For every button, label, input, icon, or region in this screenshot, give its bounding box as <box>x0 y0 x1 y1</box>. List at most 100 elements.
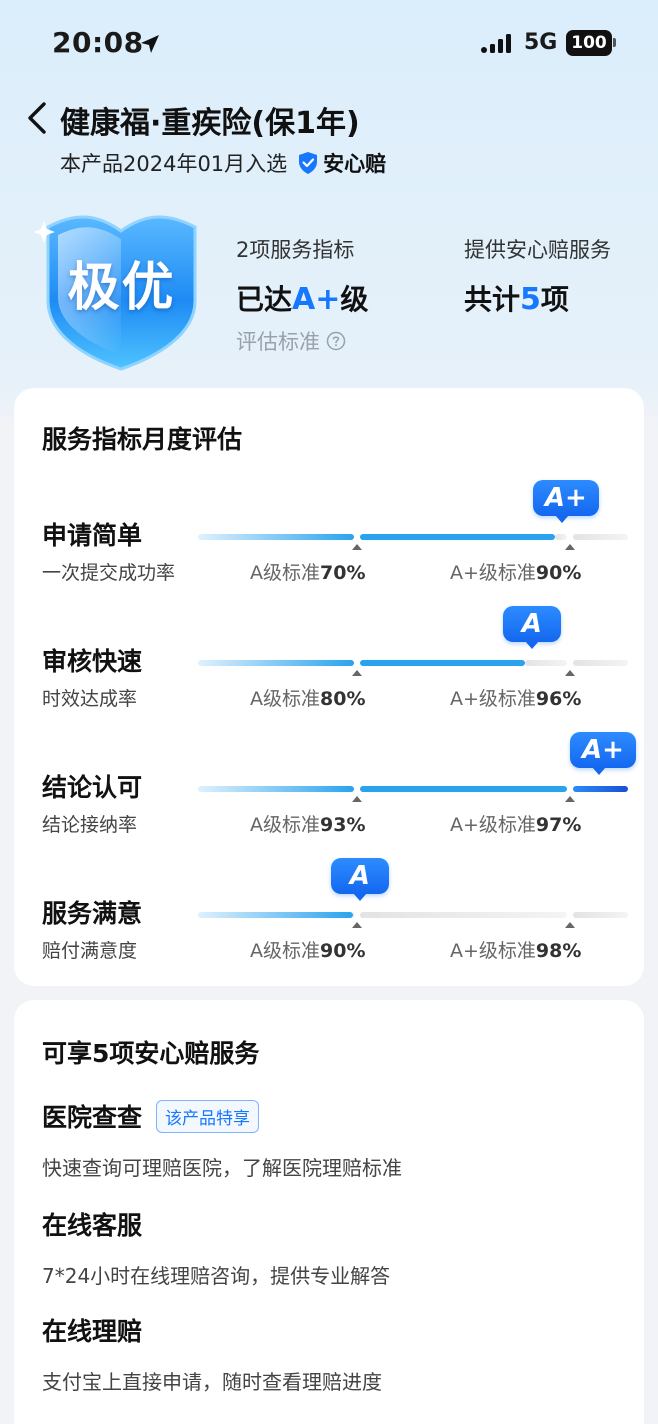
rating-badge-text: 极优 <box>67 258 176 318</box>
network-label: 5G <box>524 30 558 55</box>
ap-standard-text: A+级标准96% <box>450 684 581 711</box>
metric-services-count: 提供安心赔服务 共计5项 <box>464 234 611 318</box>
service-desc: 快速查询可理赔医院，了解医院理赔标准 <box>42 1156 402 1180</box>
progress-track <box>524 660 567 666</box>
progress-track <box>572 660 628 666</box>
indicator-name: 申请简单 <box>42 521 143 550</box>
indicator-desc: 赔付满意度 <box>42 940 138 962</box>
a-standard-marker <box>352 670 363 676</box>
a-standard-text: A级标准93% <box>250 810 365 837</box>
evaluation-row: 审核快速 时效达成率 A A级标准80% A+级标准96% <box>14 606 644 716</box>
a-standard-label: A级标准 <box>250 814 320 836</box>
a-standard-marker <box>352 544 363 550</box>
brand-name: 安心赔 <box>323 152 387 176</box>
metric-a-prefix: 已达 <box>236 283 293 316</box>
progress-fill <box>360 786 567 792</box>
ap-standard-value: 98% <box>535 940 582 962</box>
a-standard-text: A级标准80% <box>250 684 365 711</box>
progress-track <box>360 912 567 918</box>
metric-b-label: 提供安心赔服务 <box>464 238 611 262</box>
a-standard-value: 90% <box>320 940 366 962</box>
a-standard-label: A级标准 <box>250 562 320 584</box>
metric-a-label: 2项服务指标 <box>236 238 355 262</box>
monthly-evaluation-card: 服务指标月度评估 申请简单 一次提交成功率 A+ A级标准70% A+级标准90… <box>14 388 644 986</box>
indicator-progress-bar <box>198 660 628 676</box>
service-name-text: 在线理赔 <box>42 1317 143 1346</box>
indicator-name: 服务满意 <box>42 899 143 928</box>
ap-standard-text: A+级标准98% <box>450 936 581 963</box>
progress-fill <box>198 534 355 540</box>
metric-a-highlight: A+ <box>292 282 341 317</box>
a-standard-marker <box>352 922 363 928</box>
evaluation-row: 服务满意 赔付满意度 A A级标准90% A+级标准98% <box>14 858 644 968</box>
grade-tag: A+ <box>570 732 636 775</box>
service-name-text: 医院查查 <box>42 1103 143 1132</box>
ap-standard-value: 96% <box>535 688 582 710</box>
indicator-name: 审核快速 <box>42 647 143 676</box>
battery-tip <box>613 38 616 47</box>
indicator-progress-bar <box>198 786 628 802</box>
progress-fill <box>198 786 355 792</box>
indicator-desc: 时效达成率 <box>42 688 138 710</box>
a-standard-text: A级标准90% <box>250 936 365 963</box>
service-desc: 7*24小时在线理赔咨询，提供专业解答 <box>42 1264 391 1288</box>
progress-track <box>352 912 355 918</box>
ap-standard-text: A+级标准97% <box>450 810 581 837</box>
ap-standard-label: A+级标准 <box>450 814 536 836</box>
metric-b-value: 共计5项 <box>464 278 611 318</box>
progress-fill <box>572 786 628 792</box>
product-subtitle: 本产品2024年01月入选 安心赔 <box>60 148 386 178</box>
evaluation-row: 申请简单 一次提交成功率 A+ A级标准70% A+级标准90% <box>14 480 644 590</box>
metric-a-value: 已达A+级 <box>236 278 368 318</box>
back-chevron-icon[interactable] <box>24 98 52 138</box>
service-desc: 支付宝上直接申请，随时查看理赔进度 <box>42 1370 382 1394</box>
signal-icon <box>481 34 511 53</box>
grade-tag: A <box>330 858 389 901</box>
selection-date-text: 本产品2024年01月入选 <box>60 152 288 176</box>
service-item-online-claim[interactable]: 在线理赔 支付宝上直接申请，随时查看理赔进度 <box>42 1312 382 1395</box>
indicator-progress-bar <box>198 534 628 550</box>
service-item-online-support[interactable]: 在线客服 7*24小时在线理赔咨询，提供专业解答 <box>42 1206 390 1289</box>
ap-standard-label: A+级标准 <box>450 940 536 962</box>
progress-track <box>572 534 628 540</box>
a-standard-marker <box>352 796 363 802</box>
ap-standard-text: A+级标准90% <box>450 558 581 585</box>
question-circle-icon[interactable] <box>326 331 346 351</box>
indicator-name: 结论认可 <box>42 773 143 802</box>
location-arrow-icon <box>141 35 159 53</box>
a-standard-label: A级标准 <box>250 688 320 710</box>
progress-fill <box>360 660 525 666</box>
indicator-desc: 结论接纳率 <box>42 814 138 836</box>
ap-standard-label: A+级标准 <box>450 688 536 710</box>
ap-standard-marker <box>564 796 575 802</box>
evaluation-row: 结论认可 结论接纳率 A+ A级标准93% A+级标准97% <box>14 732 644 842</box>
ap-standard-value: 90% <box>535 562 582 584</box>
evaluation-card-title: 服务指标月度评估 <box>42 425 243 454</box>
service-name: 医院查查 该产品特享 <box>42 1098 402 1134</box>
exclusive-badge: 该产品特享 <box>156 1099 260 1133</box>
a-standard-value: 70% <box>320 562 366 584</box>
status-time: 20:08 <box>52 26 144 59</box>
status-bar: 20:08 5G 100 <box>0 0 658 88</box>
metric-a-suffix: 级 <box>340 283 369 316</box>
metric-b-prefix: 共计 <box>464 283 521 316</box>
service-name-text: 在线客服 <box>42 1211 143 1240</box>
ap-standard-marker <box>564 544 575 550</box>
indicator-desc: 一次提交成功率 <box>42 562 176 584</box>
page-title: 健康福·重疾险(保1年) <box>60 106 360 141</box>
progress-fill <box>360 534 555 540</box>
rating-badge: 极优 <box>33 205 209 375</box>
metric-b-highlight: 5 <box>520 282 541 317</box>
grade-tag: A+ <box>532 480 599 523</box>
services-card-title: 可享5项安心赔服务 <box>42 1039 260 1068</box>
a-standard-label: A级标准 <box>250 940 320 962</box>
metric-service-indicators: 2项服务指标 已达A+级 <box>236 234 368 318</box>
grade-tag: A <box>502 606 561 649</box>
service-name: 在线客服 <box>42 1206 390 1242</box>
service-item-hospital-check[interactable]: 医院查查 该产品特享 快速查询可理赔医院，了解医院理赔标准 <box>42 1098 402 1181</box>
ap-standard-value: 97% <box>535 814 582 836</box>
ap-standard-label: A+级标准 <box>450 562 536 584</box>
ap-standard-marker <box>564 922 575 928</box>
evaluation-standard-link[interactable]: 评估标准 <box>236 326 346 356</box>
battery-indicator: 100 <box>566 30 612 56</box>
